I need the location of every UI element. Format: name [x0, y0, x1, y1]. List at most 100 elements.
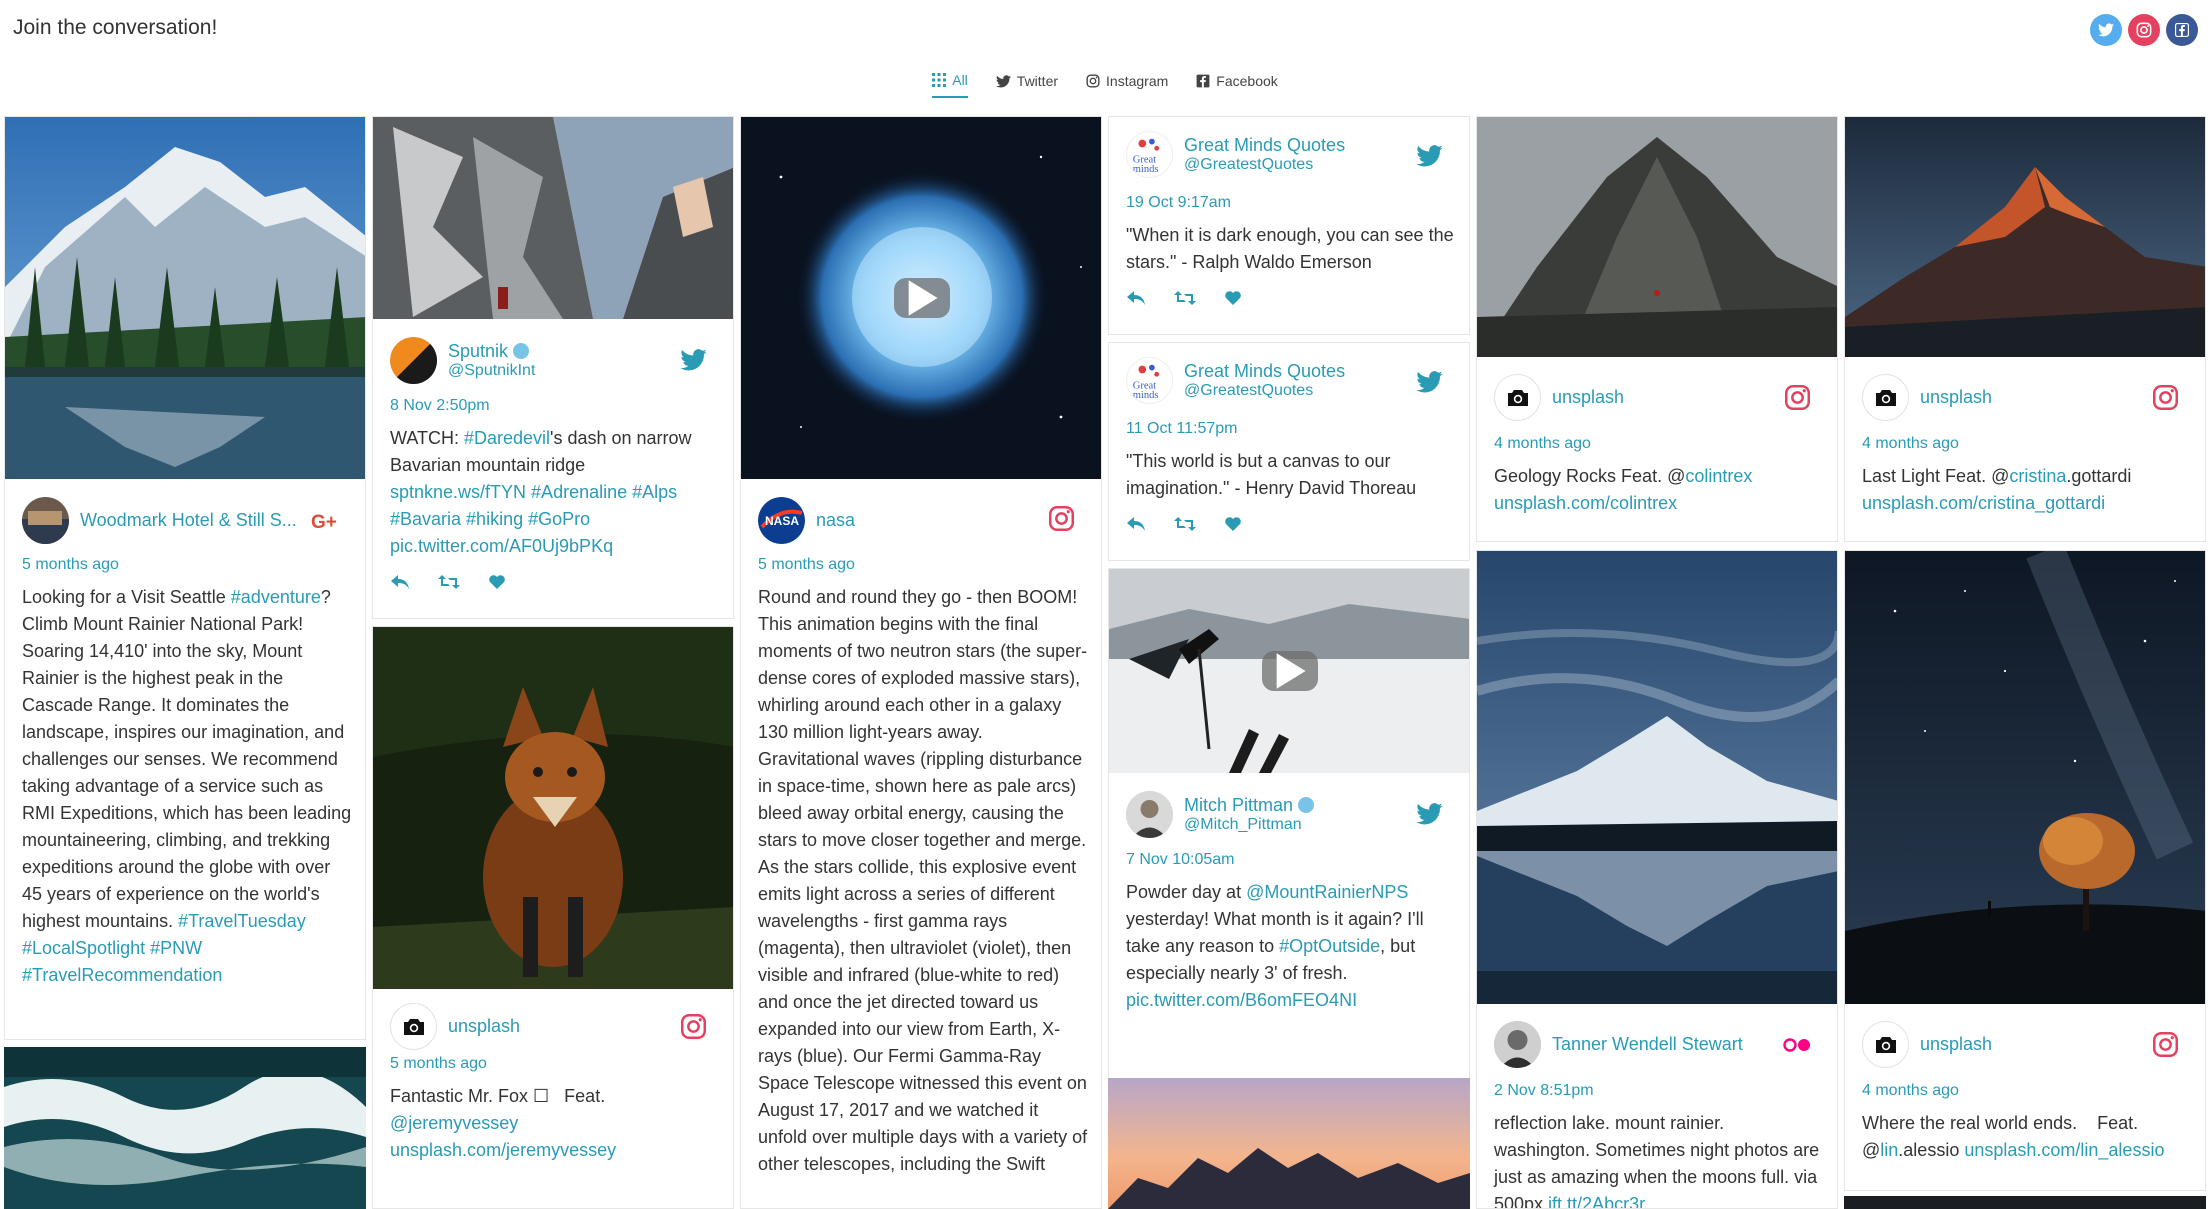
post-card-tanner-stewart[interactable]: Tanner Wendell Stewart 2 Nov 8:51pm refl…: [1476, 550, 1838, 1209]
post-card-unsplash-last-light[interactable]: unsplash 4 months ago Last Light Feat. @…: [1844, 116, 2206, 542]
post-video-powder-day[interactable]: [1109, 569, 1469, 773]
twitter-icon[interactable]: [1416, 145, 1443, 172]
post-image-geology-rocks[interactable]: [1477, 117, 1837, 357]
post-author[interactable]: Woodmark Hotel & Still S...: [22, 497, 297, 544]
social-wall: Woodmark Hotel & Still S... G+ 5 months …: [4, 116, 2206, 1209]
flickr-icon[interactable]: [1783, 1038, 1811, 1057]
author-name[interactable]: unsplash: [1552, 387, 1624, 408]
post-card-unsplash-geology[interactable]: unsplash 4 months ago Geology Rocks Feat…: [1476, 116, 1838, 542]
post-text: Where the real world ends. Feat. @lin.al…: [1862, 1113, 2165, 1160]
post-card-sputnik[interactable]: Sputnik @SputnikInt 8 Nov 2:50pm WATCH: …: [372, 116, 734, 619]
instagram-icon[interactable]: [2152, 1031, 2179, 1063]
camera-icon[interactable]: [1494, 374, 1541, 421]
post-time: 4 months ago: [1494, 435, 1591, 452]
avatar[interactable]: NASA: [758, 497, 805, 544]
avatar[interactable]: [1126, 791, 1173, 838]
instagram-icon[interactable]: [680, 1013, 707, 1045]
post-time: 5 months ago: [390, 1055, 487, 1072]
post-image-reflection-lake[interactable]: [1477, 551, 1837, 1004]
post-text: Geology Rocks Feat. @colintrex unsplash.…: [1494, 466, 1753, 513]
post-time: 5 months ago: [22, 556, 119, 573]
post-author[interactable]: unsplash: [390, 1003, 520, 1050]
camera-icon[interactable]: [1862, 1021, 1909, 1068]
post-card-great-minds-2[interactable]: Great minds Great Minds Quotes @GreatestQ…: [1108, 342, 1470, 561]
play-button[interactable]: [894, 278, 950, 318]
avatar[interactable]: [390, 337, 437, 384]
twitter-icon[interactable]: [1416, 803, 1443, 830]
author-handle[interactable]: @Mitch_Pittman: [1184, 816, 1314, 834]
avatar[interactable]: [1494, 1021, 1541, 1068]
post-author[interactable]: unsplash: [1862, 1021, 1992, 1068]
author-name[interactable]: Tanner Wendell Stewart: [1552, 1034, 1743, 1055]
post-image-mount-rainier[interactable]: [5, 117, 365, 479]
tab-facebook[interactable]: Facebook: [1196, 72, 1278, 98]
instagram-icon[interactable]: [1784, 384, 1811, 416]
retweet-icon[interactable]: [1174, 516, 1196, 532]
author-name[interactable]: Great Minds Quotes: [1184, 361, 1345, 382]
post-card-nasa[interactable]: NASA nasa 5 months ago Round and round t…: [740, 116, 1102, 1209]
tab-all[interactable]: All: [932, 72, 968, 98]
post-image-last-light[interactable]: [1845, 117, 2205, 357]
post-image-mountain-ridge[interactable]: [373, 117, 733, 319]
post-author[interactable]: Mitch Pittman @Mitch_Pittman: [1126, 791, 1315, 838]
post-image-next[interactable]: [1844, 1196, 2206, 1209]
twitter-icon[interactable]: [1416, 371, 1443, 398]
author-name[interactable]: unsplash: [448, 1016, 520, 1037]
post-image-sunset-peaks[interactable]: [1108, 1078, 1470, 1209]
author-handle[interactable]: @SputnikInt: [448, 362, 535, 380]
like-icon[interactable]: [1224, 516, 1242, 532]
tweet-actions: [1126, 516, 1242, 532]
avatar[interactable]: Great minds: [1126, 131, 1173, 178]
author-handle[interactable]: @GreatestQuotes: [1184, 382, 1345, 400]
post-image-ocean-waves[interactable]: [4, 1047, 366, 1209]
like-icon[interactable]: [488, 574, 506, 590]
tweet-actions: [1126, 290, 1242, 306]
wall-column-4: Great minds Great Minds Quotes @GreatestQ…: [1108, 116, 1470, 1209]
twitter-icon[interactable]: [2090, 14, 2122, 46]
post-card-great-minds-1[interactable]: Great minds Great Minds Quotes @GreatestQ…: [1108, 116, 1470, 335]
post-author[interactable]: Tanner Wendell Stewart: [1494, 1021, 1743, 1068]
post-text: "When it is dark enough, you can see the…: [1126, 225, 1454, 272]
post-video-neutron-stars[interactable]: [741, 117, 1101, 479]
retweet-icon[interactable]: [438, 574, 460, 590]
author-name[interactable]: Great Minds Quotes: [1184, 135, 1345, 156]
post-card-unsplash-fox[interactable]: unsplash 5 months ago Fantastic Mr. Fox …: [372, 626, 734, 1209]
avatar[interactable]: [22, 497, 69, 544]
twitter-icon[interactable]: [680, 349, 707, 376]
tab-instagram[interactable]: Instagram: [1086, 72, 1168, 98]
author-name[interactable]: Woodmark Hotel & Still S...: [80, 510, 297, 531]
post-author[interactable]: NASA nasa: [758, 497, 855, 544]
post-author[interactable]: Great minds Great Minds Quotes @GreatestQ…: [1126, 357, 1345, 404]
camera-icon[interactable]: [1862, 374, 1909, 421]
post-image-lone-tree[interactable]: [1845, 551, 2205, 1004]
post-image-fox[interactable]: [373, 627, 733, 989]
svg-text:NASA: NASA: [765, 514, 799, 528]
facebook-icon[interactable]: [2166, 14, 2198, 46]
play-button[interactable]: [1262, 651, 1318, 691]
like-icon[interactable]: [1224, 290, 1242, 306]
post-card-woodmark[interactable]: Woodmark Hotel & Still S... G+ 5 months …: [4, 116, 366, 1040]
instagram-icon[interactable]: [2152, 384, 2179, 416]
retweet-icon[interactable]: [1174, 290, 1196, 306]
reply-icon[interactable]: [390, 574, 410, 590]
author-handle[interactable]: @GreatestQuotes: [1184, 156, 1345, 174]
post-card-unsplash-world[interactable]: unsplash 4 months ago Where the real wor…: [1844, 550, 2206, 1191]
instagram-icon[interactable]: [2128, 14, 2160, 46]
reply-icon[interactable]: [1126, 516, 1146, 532]
google-plus-icon[interactable]: G+: [311, 511, 341, 536]
post-author[interactable]: Great minds Great Minds Quotes @GreatestQ…: [1126, 131, 1345, 178]
avatar[interactable]: Great minds: [1126, 357, 1173, 404]
author-name[interactable]: unsplash: [1920, 387, 1992, 408]
camera-icon[interactable]: [390, 1003, 437, 1050]
author-name[interactable]: unsplash: [1920, 1034, 1992, 1055]
post-author[interactable]: Sputnik @SputnikInt: [390, 337, 535, 384]
author-name[interactable]: Mitch Pittman: [1184, 795, 1315, 816]
author-name[interactable]: nasa: [816, 510, 855, 531]
post-author[interactable]: unsplash: [1862, 374, 1992, 421]
tab-twitter[interactable]: Twitter: [995, 72, 1058, 98]
instagram-icon[interactable]: [1048, 505, 1075, 537]
author-name[interactable]: Sputnik: [448, 341, 535, 362]
wall-column-5: unsplash 4 months ago Geology Rocks Feat…: [1476, 116, 1838, 1209]
post-author[interactable]: unsplash: [1494, 374, 1624, 421]
reply-icon[interactable]: [1126, 290, 1146, 306]
